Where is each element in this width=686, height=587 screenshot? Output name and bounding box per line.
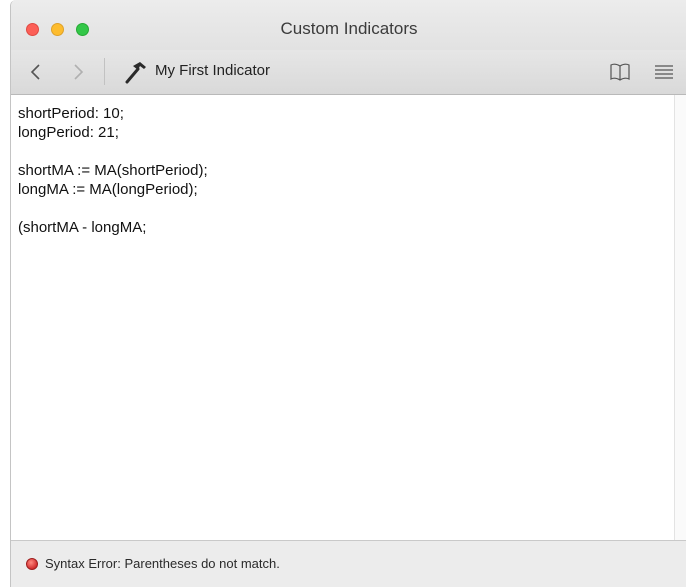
window-title: Custom Indicators — [280, 19, 418, 38]
toolbar: My First Indicator — [11, 50, 686, 95]
hammer-icon — [125, 62, 146, 84]
code-line: shortMA := MA(shortPeriod); — [18, 162, 208, 179]
book-icon[interactable] — [609, 62, 631, 82]
list-icon[interactable] — [654, 63, 674, 81]
app-window: Custom Indicators My First Indicator sho… — [10, 0, 686, 587]
chevron-right-icon — [74, 64, 84, 80]
title-bar[interactable]: Custom Indicators — [11, 0, 686, 50]
code-line: longMA := MA(longPeriod); — [18, 181, 198, 198]
code-line: (shortMA - longMA; — [18, 219, 147, 236]
vertical-scrollbar[interactable] — [674, 95, 686, 540]
status-bar: Syntax Error: Parentheses do not match. — [11, 540, 686, 587]
document-name[interactable]: My First Indicator — [155, 62, 270, 79]
code-line: longPeriod: 21; — [18, 124, 119, 141]
forward-button[interactable] — [67, 61, 89, 83]
code-editor[interactable]: shortPeriod: 10; longPeriod: 21; shortMA… — [11, 95, 674, 540]
chevron-left-icon — [30, 64, 40, 80]
code-line: shortPeriod: 10; — [18, 105, 124, 122]
status-message: Syntax Error: Parentheses do not match. — [45, 556, 280, 571]
toolbar-divider — [104, 58, 105, 85]
back-button[interactable] — [25, 61, 47, 83]
error-icon — [26, 558, 38, 570]
